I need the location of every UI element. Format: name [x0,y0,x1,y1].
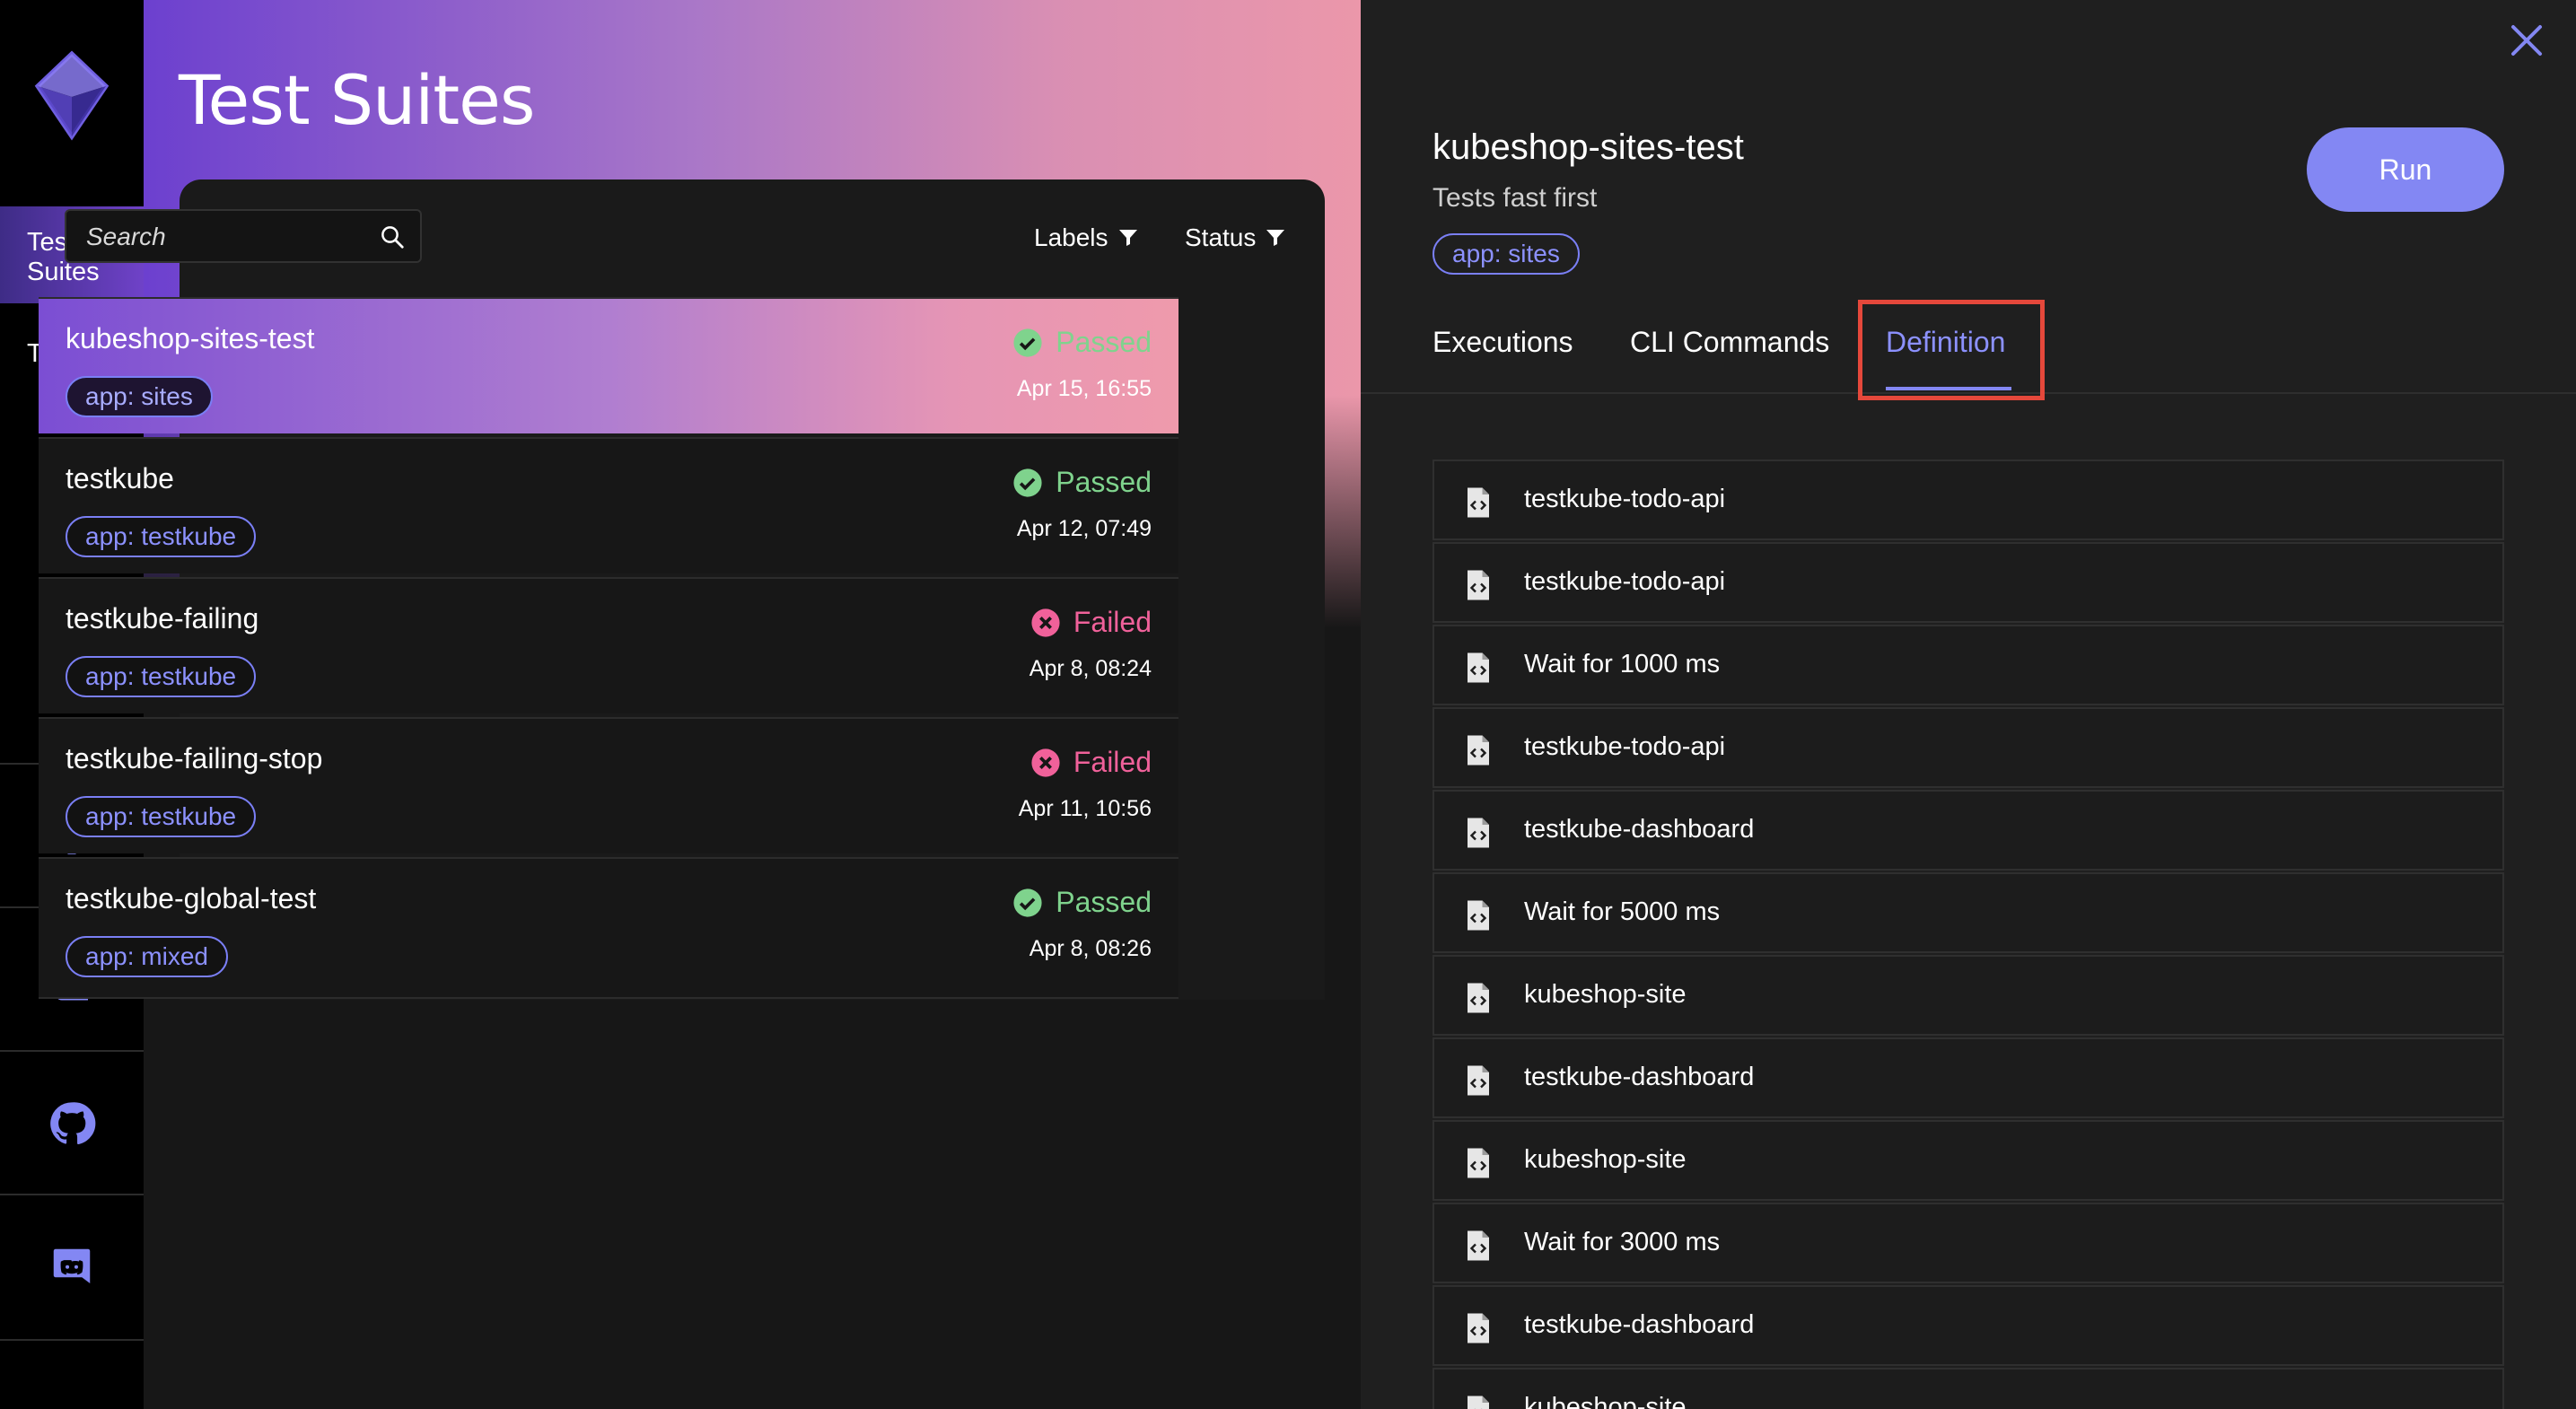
discord-button[interactable] [0,1194,144,1341]
suite-name: testkube-global-test [66,882,317,915]
search-box[interactable] [65,209,422,263]
status-badge: Passed [1012,886,1152,919]
list-item[interactable]: testkube-todo-api [1433,707,2504,788]
suite-name: testkube [66,462,174,494]
detail-label-tag[interactable]: app: sites [1433,233,1580,275]
code-file-icon [1468,1148,1489,1178]
list-item[interactable]: testkube-dashboard [1433,1285,2504,1366]
status-text: Passed [1056,466,1152,498]
filter-icon [1118,230,1137,246]
status-text: Failed [1073,606,1152,638]
status-text: Failed [1073,746,1152,778]
step-name: Wait for 3000 ms [1524,1228,1721,1256]
step-name: testkube-dashboard [1524,1310,1755,1339]
filter-icon [1266,230,1285,246]
suite-name: kubeshop-sites-test [66,322,315,354]
list-item[interactable]: testkube-dashboard [1433,1037,2504,1118]
list-item[interactable]: Wait for 5000 ms [1433,872,2504,953]
close-icon[interactable] [2504,18,2549,63]
step-name: Wait for 1000 ms [1524,650,1721,678]
code-file-icon [1468,1396,1489,1409]
labels-filter-button[interactable]: Labels [1034,223,1139,253]
step-name: kubeshop-site [1524,1145,1687,1174]
x-circle-icon [1031,608,1060,637]
code-file-icon [1468,1313,1489,1343]
code-file-icon [1468,983,1489,1013]
step-name: kubeshop-site [1524,980,1687,1009]
list-item[interactable]: testkube-todo-api [1433,542,2504,623]
list-item[interactable]: Wait for 1000 ms [1433,625,2504,705]
list-item[interactable]: kubeshop-site [1433,955,2504,1036]
code-file-icon [1468,818,1489,848]
status-filter-label: Status [1185,223,1257,251]
check-circle-icon [1013,888,1042,917]
suite-timestamp: Apr 8, 08:24 [1029,656,1152,681]
suite-timestamp: Apr 15, 16:55 [1016,376,1152,401]
suite-timestamp: Apr 12, 07:49 [1016,516,1152,541]
status-text: Passed [1056,886,1152,918]
suite-label-tag[interactable]: app: testkube [66,656,257,697]
page-title: Test Suites [179,60,535,140]
code-file-icon [1468,1065,1489,1096]
status-badge: Failed [1030,746,1152,779]
code-file-icon [1468,1230,1489,1261]
search-icon[interactable] [379,223,406,250]
suite-row[interactable]: testkube-failing-stop app: testkube Fail… [39,717,1178,853]
step-name: testkube-dashboard [1524,1063,1755,1091]
run-button[interactable]: Run [2307,127,2504,212]
check-circle-icon [1013,328,1042,357]
detail-title: kubeshop-sites-test [1433,127,1744,167]
list-item[interactable]: testkube-todo-api [1433,459,2504,540]
detail-description: Tests fast first [1433,183,1598,213]
suite-label-tag[interactable]: app: mixed [66,936,228,977]
suite-timestamp: Apr 8, 08:26 [1029,936,1152,961]
step-name: testkube-dashboard [1524,815,1755,844]
code-file-icon [1468,900,1489,931]
suite-row[interactable]: kubeshop-sites-test app: sites Passed Ap… [39,297,1178,433]
list-item[interactable]: kubeshop-site [1433,1120,2504,1201]
suite-label-tag[interactable]: app: testkube [66,796,257,837]
status-badge: Failed [1030,606,1152,639]
code-file-icon [1468,735,1489,766]
highlight-box [1858,300,2045,400]
discord-icon [53,1248,91,1283]
step-name: Wait for 5000 ms [1524,897,1721,926]
step-name: kubeshop-site [1524,1393,1687,1409]
suite-row[interactable]: testkube-global-test app: mixed Passed A… [39,857,1178,999]
suite-label-tag[interactable]: app: sites [66,376,213,417]
list-item[interactable]: testkube-dashboard [1433,790,2504,871]
step-name: testkube-todo-api [1524,732,1726,761]
code-file-icon [1468,487,1489,518]
labels-filter-label: Labels [1034,223,1108,251]
code-file-icon [1468,652,1489,683]
status-badge: Passed [1012,466,1152,499]
github-icon [50,1102,96,1144]
x-circle-icon [1031,748,1060,777]
suite-timestamp: Apr 11, 10:56 [1018,796,1152,821]
status-text: Passed [1056,326,1152,358]
suite-name: testkube-failing [66,602,259,634]
list-item[interactable]: kubeshop-site [1433,1368,2504,1409]
search-input[interactable] [84,211,357,263]
tab-executions[interactable]: Executions [1433,326,1573,359]
tab-cli-commands[interactable]: CLI Commands [1630,326,1829,359]
check-circle-icon [1013,468,1042,497]
suite-label-tag[interactable]: app: testkube [66,516,257,557]
status-filter-button[interactable]: Status [1185,223,1286,253]
status-badge: Passed [1012,326,1152,359]
code-file-icon [1468,570,1489,600]
suite-row[interactable]: testkube app: testkube Passed Apr 12, 07… [39,437,1178,573]
step-name: testkube-todo-api [1524,567,1726,596]
suite-name: testkube-failing-stop [66,742,323,775]
suite-row[interactable]: testkube-failing app: testkube Failed Ap… [39,577,1178,713]
list-item[interactable]: Wait for 3000 ms [1433,1203,2504,1283]
testkube-logo-icon[interactable] [34,50,110,144]
github-button[interactable] [0,1050,144,1195]
step-name: testkube-todo-api [1524,485,1726,513]
